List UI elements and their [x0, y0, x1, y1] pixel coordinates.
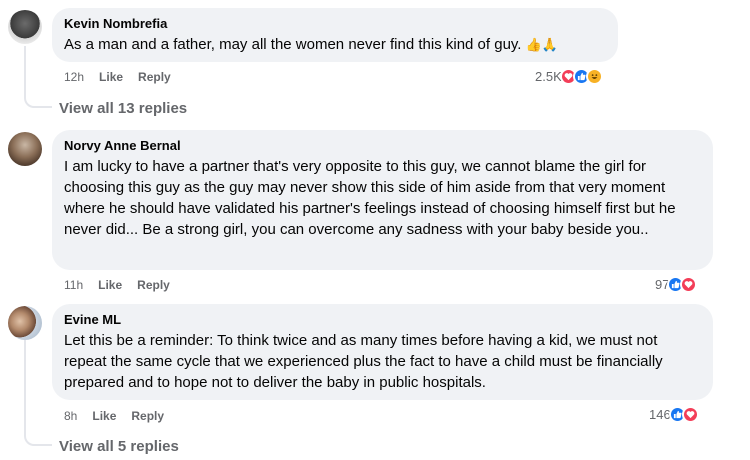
comment-timestamp[interactable]: 8h — [64, 409, 77, 423]
like-button[interactable]: Like — [98, 278, 122, 292]
comment-text: Let this be a reminder: To think twice a… — [64, 332, 663, 391]
avatar[interactable] — [8, 306, 42, 340]
love-reaction-icon — [681, 406, 699, 423]
comment-text: I am lucky to have a partner that's very… — [64, 158, 676, 238]
reply-button[interactable]: Reply — [138, 70, 171, 84]
avatar[interactable] — [8, 10, 42, 44]
reaction-summary[interactable]: 146 — [649, 406, 699, 423]
comment-emoji: 👍🙏 — [525, 37, 559, 52]
comment-bubble: Evine ML Let this be a reminder: To thin… — [52, 304, 713, 400]
comment-author[interactable]: Kevin Nombrefia — [64, 16, 606, 32]
haha-reaction-icon — [585, 68, 603, 85]
comment-meta: 8h Like Reply — [64, 409, 164, 423]
comment-author[interactable]: Evine ML — [64, 312, 701, 328]
comment-timestamp[interactable]: 12h — [64, 70, 84, 84]
reply-button[interactable]: Reply — [131, 409, 164, 423]
comment-text: As a man and a father, may all the women… — [64, 34, 606, 55]
avatar[interactable] — [8, 132, 42, 166]
comment-meta: 12h Like Reply — [64, 70, 171, 84]
thread-connector — [24, 340, 52, 446]
reaction-summary[interactable]: 2.5K — [535, 68, 603, 85]
comment-bubble: Kevin Nombrefia As a man and a father, m… — [52, 8, 618, 62]
reaction-count: 146 — [649, 407, 671, 422]
comment-timestamp[interactable]: 11h — [64, 278, 83, 292]
reaction-summary[interactable]: 97 — [655, 276, 698, 293]
like-button[interactable]: Like — [99, 70, 123, 84]
view-replies-link[interactable]: View all 5 replies — [59, 438, 179, 455]
love-reaction-icon — [680, 276, 698, 293]
thread-connector — [24, 46, 52, 108]
like-button[interactable]: Like — [92, 409, 116, 423]
view-replies-link[interactable]: View all 13 replies — [59, 100, 187, 117]
reaction-count: 2.5K — [535, 69, 562, 84]
comment-meta: 11h Like Reply — [64, 278, 170, 292]
comment-author[interactable]: Norvy Anne Bernal — [64, 138, 701, 154]
comment-bubble: Norvy Anne Bernal I am lucky to have a p… — [52, 130, 713, 270]
reply-button[interactable]: Reply — [137, 278, 170, 292]
comment-text-body: As a man and a father, may all the women… — [64, 36, 522, 53]
